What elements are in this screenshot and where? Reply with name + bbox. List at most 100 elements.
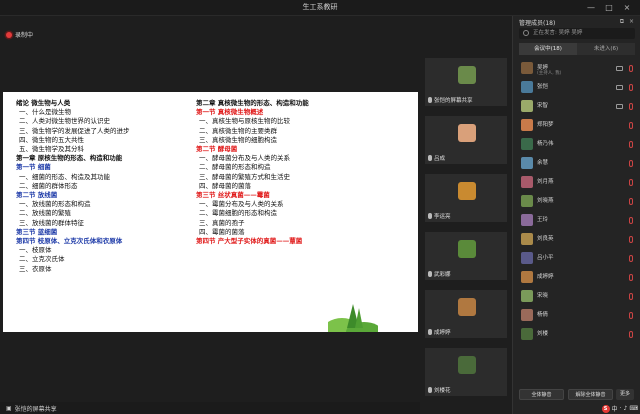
muted-mic-icon[interactable] — [629, 141, 633, 148]
member-name: 刘月燕 — [537, 179, 554, 185]
tray-lang[interactable]: 中 — [612, 404, 618, 413]
close-button[interactable]: × — [620, 2, 634, 13]
muted-mic-icon[interactable] — [629, 103, 633, 110]
member-row[interactable]: 刘楼 — [519, 326, 637, 345]
muted-mic-icon[interactable] — [629, 198, 633, 205]
tab-not-joined[interactable]: 未进入(6) — [577, 43, 635, 55]
video-tile[interactable]: 成婷婷 — [425, 290, 507, 338]
share-screen-icon: ▣ — [6, 405, 12, 412]
avatar — [521, 81, 533, 93]
member-row[interactable]: 刘良英 — [519, 231, 637, 250]
panel-close-icon[interactable]: × — [629, 18, 634, 25]
avatar — [521, 328, 533, 340]
maximize-button[interactable]: □ — [602, 2, 616, 13]
video-tile-name: 吕成 — [428, 154, 445, 162]
share-status-label: 张恺的屏幕共享 — [14, 406, 57, 413]
popout-icon[interactable]: ⧉ — [620, 18, 624, 26]
slide-line: 一、真核生物与原核生物的比较 — [199, 117, 290, 126]
video-tile-label: 成婷婷 — [434, 330, 451, 336]
mic-icon — [428, 271, 432, 277]
member-row[interactable]: 张恺 — [519, 79, 637, 98]
member-row[interactable]: 吕小平 — [519, 250, 637, 269]
muted-mic-icon[interactable] — [629, 331, 633, 338]
member-row[interactable]: 刘晓燕 — [519, 193, 637, 212]
member-name: 刘晓燕 — [537, 198, 554, 204]
member-row[interactable]: 宋晓 — [519, 288, 637, 307]
muted-mic-icon[interactable] — [629, 179, 633, 186]
slide-line: 三、真核微生物的细胞构造 — [199, 135, 277, 144]
sogou-icon[interactable]: S — [601, 404, 610, 413]
tab-in-meeting[interactable]: 会议中(18) — [519, 43, 577, 55]
more-button[interactable]: 更多 — [616, 389, 634, 400]
video-tile[interactable]: 武彩娜 — [425, 232, 507, 280]
member-name: 王玲 — [537, 217, 549, 223]
member-row[interactable]: 杨倩 — [519, 307, 637, 326]
slide-line: 第四节 枝原体、立克次氏体和衣原体 — [16, 237, 123, 246]
video-tile[interactable]: 刘楼花 — [425, 348, 507, 396]
slide-line: 第三节 蓝细菌 — [16, 227, 58, 236]
camera-icon[interactable] — [616, 66, 623, 71]
avatar — [521, 309, 533, 321]
avatar — [521, 176, 533, 188]
slide-line: 第一节 细菌 — [16, 163, 51, 172]
member-name: 刘良英 — [537, 236, 554, 242]
minimize-button[interactable]: — — [584, 2, 598, 13]
speaking-text: 正在发言: 吴婷 吴婷 — [533, 30, 583, 36]
member-name: 郑阳梦 — [537, 122, 554, 128]
video-tile[interactable]: 李运亮 — [425, 174, 507, 222]
video-thumbnail — [458, 182, 476, 200]
member-row[interactable]: 宋智 — [519, 98, 637, 117]
slide-line: 第四节 产大型子实体的真菌——蕈菌 — [196, 237, 303, 246]
tray-keyboard-icon[interactable]: ⌨ — [629, 405, 638, 412]
mute-all-button[interactable]: 全体静音 — [519, 389, 564, 400]
video-tile-label: 李运亮 — [434, 214, 451, 220]
member-role: (主持人, 我) — [537, 71, 562, 76]
hills-decoration-icon — [328, 304, 378, 332]
member-name: 杨乃伟 — [537, 141, 554, 147]
muted-mic-icon[interactable] — [629, 65, 633, 72]
slide-line: 二、立克次氏体 — [19, 255, 65, 264]
muted-mic-icon[interactable] — [629, 274, 633, 281]
member-row[interactable]: 成婷婷 — [519, 269, 637, 288]
speaker-icon — [523, 30, 529, 36]
video-tiles-column: 张恺的屏幕共享 吕成李运亮武彩娜成婷婷刘楼花 — [425, 58, 507, 404]
member-row[interactable]: 刘月燕 — [519, 174, 637, 193]
muted-mic-icon[interactable] — [629, 236, 633, 243]
video-thumbnail — [458, 356, 476, 374]
member-row[interactable]: 郑阳梦 — [519, 117, 637, 136]
member-row[interactable]: 余慧 — [519, 155, 637, 174]
member-name: 杨倩 — [537, 312, 549, 318]
video-tile[interactable]: 吕成 — [425, 116, 507, 164]
muted-mic-icon[interactable] — [629, 84, 633, 91]
recording-indicator[interactable]: 录制中 — [6, 30, 33, 39]
slide-line: 三、酵母菌的繁殖方式和生活史 — [199, 172, 290, 181]
slide-line: 二、人类对微生物世界的认识史 — [19, 117, 110, 126]
avatar — [521, 233, 533, 245]
slide-line: 三、衣原体 — [19, 264, 52, 273]
tray-voice-icon[interactable]: ♪ — [623, 405, 627, 412]
avatar — [521, 271, 533, 283]
video-tile-name: 张恺的屏幕共享 — [428, 96, 473, 104]
muted-mic-icon[interactable] — [629, 255, 633, 262]
member-tabs: 会议中(18) 未进入(6) — [519, 43, 635, 55]
muted-mic-icon[interactable] — [629, 217, 633, 224]
muted-mic-icon[interactable] — [629, 312, 633, 319]
shared-slide: 绪论 微生物与人类 一、什么是微生物 二、人类对微生物世界的认识史 三、微生物学的发展… — [3, 92, 418, 332]
muted-mic-icon[interactable] — [629, 122, 633, 129]
member-row[interactable]: 杨乃伟 — [519, 136, 637, 155]
avatar — [521, 195, 533, 207]
muted-mic-icon[interactable] — [629, 293, 633, 300]
video-tile[interactable]: 张恺的屏幕共享 — [425, 58, 507, 106]
member-row[interactable]: 吴婷 (主持人, 我) — [519, 60, 637, 79]
camera-icon[interactable] — [616, 85, 623, 90]
avatar — [521, 138, 533, 150]
muted-mic-icon[interactable] — [629, 160, 633, 167]
member-row[interactable]: 王玲 — [519, 212, 637, 231]
member-name: 余慧 — [537, 160, 549, 166]
camera-icon[interactable] — [616, 104, 623, 109]
tray-punct[interactable]: · — [620, 405, 622, 412]
avatar — [521, 100, 533, 112]
member-name: 宋智 — [537, 103, 549, 109]
unmute-all-button[interactable]: 解除全体静音 — [568, 389, 613, 400]
ime-tray: S 中 · ♪ ⌨ — [601, 404, 638, 413]
